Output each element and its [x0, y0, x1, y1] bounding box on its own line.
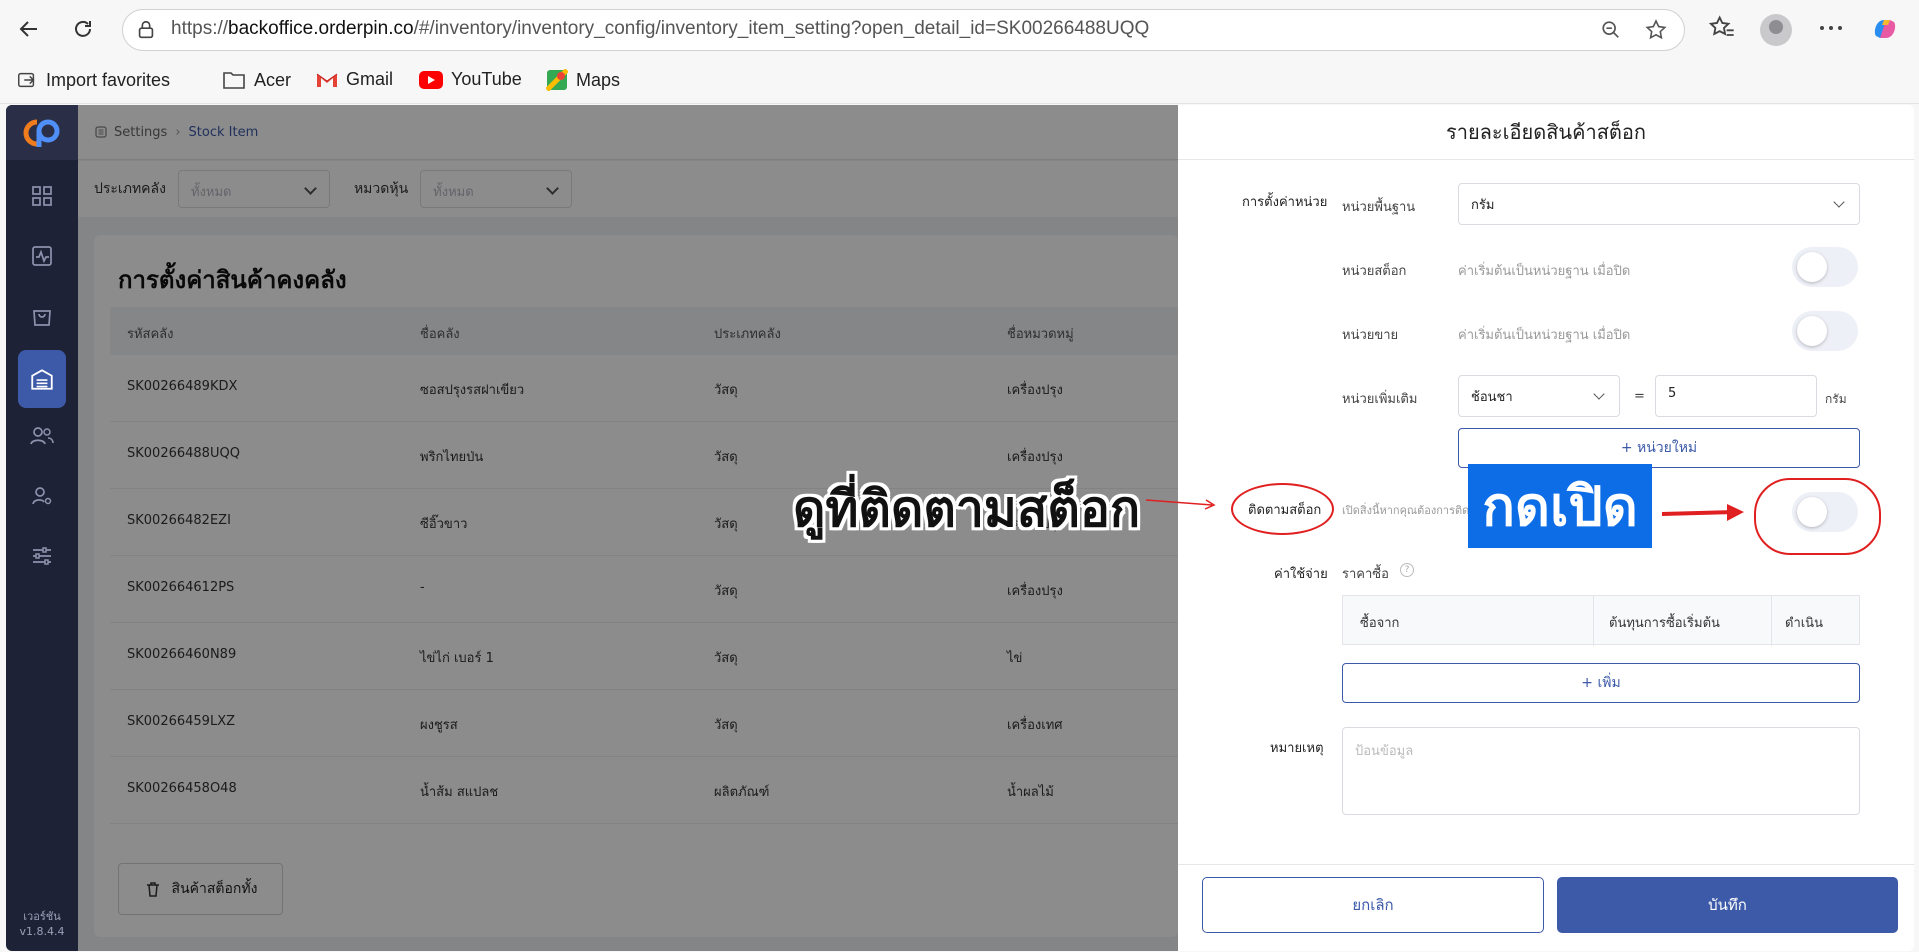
bookmarks-bar: Import favorites Acer Gmail YouTube Maps: [0, 60, 1919, 104]
address-bar[interactable]: https://backoffice.orderpin.co/#/invento…: [122, 9, 1685, 51]
column-header: ต้นทุนการซื้อเริ่มต้น: [1609, 616, 1720, 631]
bookmark-label: Gmail: [346, 69, 394, 89]
add-cost-button[interactable]: + เพิ่ม: [1342, 663, 1860, 703]
sale-unit-hint: ค่าเริ่มต้นเป็นหน่วยฐาน เมื่อปิด: [1458, 328, 1631, 343]
browser-toolbar: https://backoffice.orderpin.co/#/invento…: [0, 0, 1919, 60]
lock-icon[interactable]: [135, 19, 157, 45]
copilot-icon[interactable]: [1870, 14, 1900, 48]
customers-icon[interactable]: [18, 412, 66, 460]
extra-unit-qty-input[interactable]: 5: [1655, 375, 1817, 417]
shopping-bag-icon[interactable]: [18, 292, 66, 340]
bookmark-label: Maps: [576, 69, 621, 90]
note-textarea[interactable]: ป้อนข้อมูล: [1342, 727, 1860, 815]
purchase-price-label: ราคาซื้อ: [1342, 567, 1389, 582]
equals-sign: =: [1634, 389, 1645, 404]
back-icon[interactable]: [14, 14, 44, 44]
warehouse-icon[interactable]: [18, 350, 66, 408]
help-icon[interactable]: ?: [1400, 563, 1414, 577]
base-unit-label: หน่วยพื้นฐาน: [1342, 200, 1416, 215]
more-options-icon[interactable]: [1818, 18, 1844, 42]
import-icon: [18, 72, 35, 88]
stock-unit-hint: ค่าเริ่มต้นเป็นหน่วยฐาน เมื่อปิด: [1458, 264, 1631, 279]
unit-section-label: การตั้งค่าหน่วย: [1242, 195, 1328, 210]
stock-unit-label: หน่วยสต็อก: [1342, 264, 1407, 279]
profile-avatar[interactable]: [1760, 14, 1792, 46]
sidebar: เวอร์ชัน v1.8.4.4: [6, 105, 78, 951]
sale-unit-toggle[interactable]: [1792, 311, 1858, 351]
bookmark-label: Import favorites: [46, 69, 171, 90]
extra-unit-base-label: กรัม: [1825, 392, 1847, 406]
column-header: ซื้อจาก: [1360, 616, 1400, 631]
favorites-icon[interactable]: [1708, 14, 1736, 46]
youtube-icon: [419, 70, 443, 89]
sliders-icon[interactable]: [18, 532, 66, 580]
folder-icon: [223, 72, 245, 89]
column-divider: [1593, 596, 1594, 646]
cost-label: ค่าใช้จ่าย: [1274, 567, 1328, 582]
user-settings-icon[interactable]: [18, 472, 66, 520]
analytics-icon[interactable]: [18, 232, 66, 280]
maps-icon: [546, 69, 568, 91]
bookmark-gmail[interactable]: Gmail: [316, 69, 393, 90]
drawer-title: รายละเอียดสินค้าสต็อก: [1178, 105, 1914, 160]
extra-unit-label: หน่วยเพิ่มเติม: [1342, 392, 1418, 407]
annotation-circle-toggle: [1754, 478, 1881, 555]
save-button[interactable]: บันทึก: [1557, 877, 1898, 933]
orderpin-logo[interactable]: [6, 105, 78, 160]
annotation-circle-track-stock: [1231, 483, 1334, 535]
zoom-out-icon[interactable]: [1600, 19, 1622, 45]
column-header: ดำเนิน: [1785, 616, 1823, 631]
gmail-icon: [316, 73, 338, 87]
refresh-icon[interactable]: [68, 14, 98, 44]
bookmark-import-favorites[interactable]: Import favorites: [16, 69, 170, 91]
bookmark-acer[interactable]: Acer: [222, 69, 291, 91]
version-info: เวอร์ชัน v1.8.4.4: [6, 909, 78, 939]
favorite-star-icon[interactable]: [1644, 18, 1668, 46]
url-text: https://backoffice.orderpin.co/#/invento…: [171, 18, 1150, 39]
bookmark-youtube[interactable]: YouTube: [419, 69, 522, 90]
note-label: หมายเหตุ: [1270, 741, 1324, 756]
new-unit-button[interactable]: + หน่วยใหม่: [1458, 428, 1860, 468]
drawer-footer: ยกเลิก บันทึก: [1178, 864, 1914, 951]
track-stock-hint: เปิดสิ่งนี้หากคุณต้องการติด: [1342, 504, 1470, 517]
bookmark-maps[interactable]: Maps: [546, 69, 620, 91]
annotation-press-box: กดเปิด: [1468, 464, 1652, 548]
version-number: v1.8.4.4: [19, 925, 65, 938]
stock-unit-toggle[interactable]: [1792, 247, 1858, 287]
extra-unit-select[interactable]: ช้อนชา: [1458, 375, 1620, 417]
base-unit-select[interactable]: กรัม: [1458, 183, 1860, 225]
dashboard-icon[interactable]: [18, 172, 66, 220]
annotation-look-text: ดูที่ติดตามสต็อก: [793, 480, 1141, 538]
column-divider: [1771, 596, 1772, 646]
sale-unit-label: หน่วยขาย: [1342, 328, 1399, 343]
bookmark-label: Acer: [254, 69, 292, 90]
cost-table-header: ซื้อจาก ต้นทุนการซื้อเริ่มต้น ดำเนิน: [1342, 595, 1860, 646]
cancel-button[interactable]: ยกเลิก: [1202, 877, 1544, 933]
version-label: เวอร์ชัน: [23, 910, 61, 923]
bookmark-label: YouTube: [451, 69, 522, 89]
